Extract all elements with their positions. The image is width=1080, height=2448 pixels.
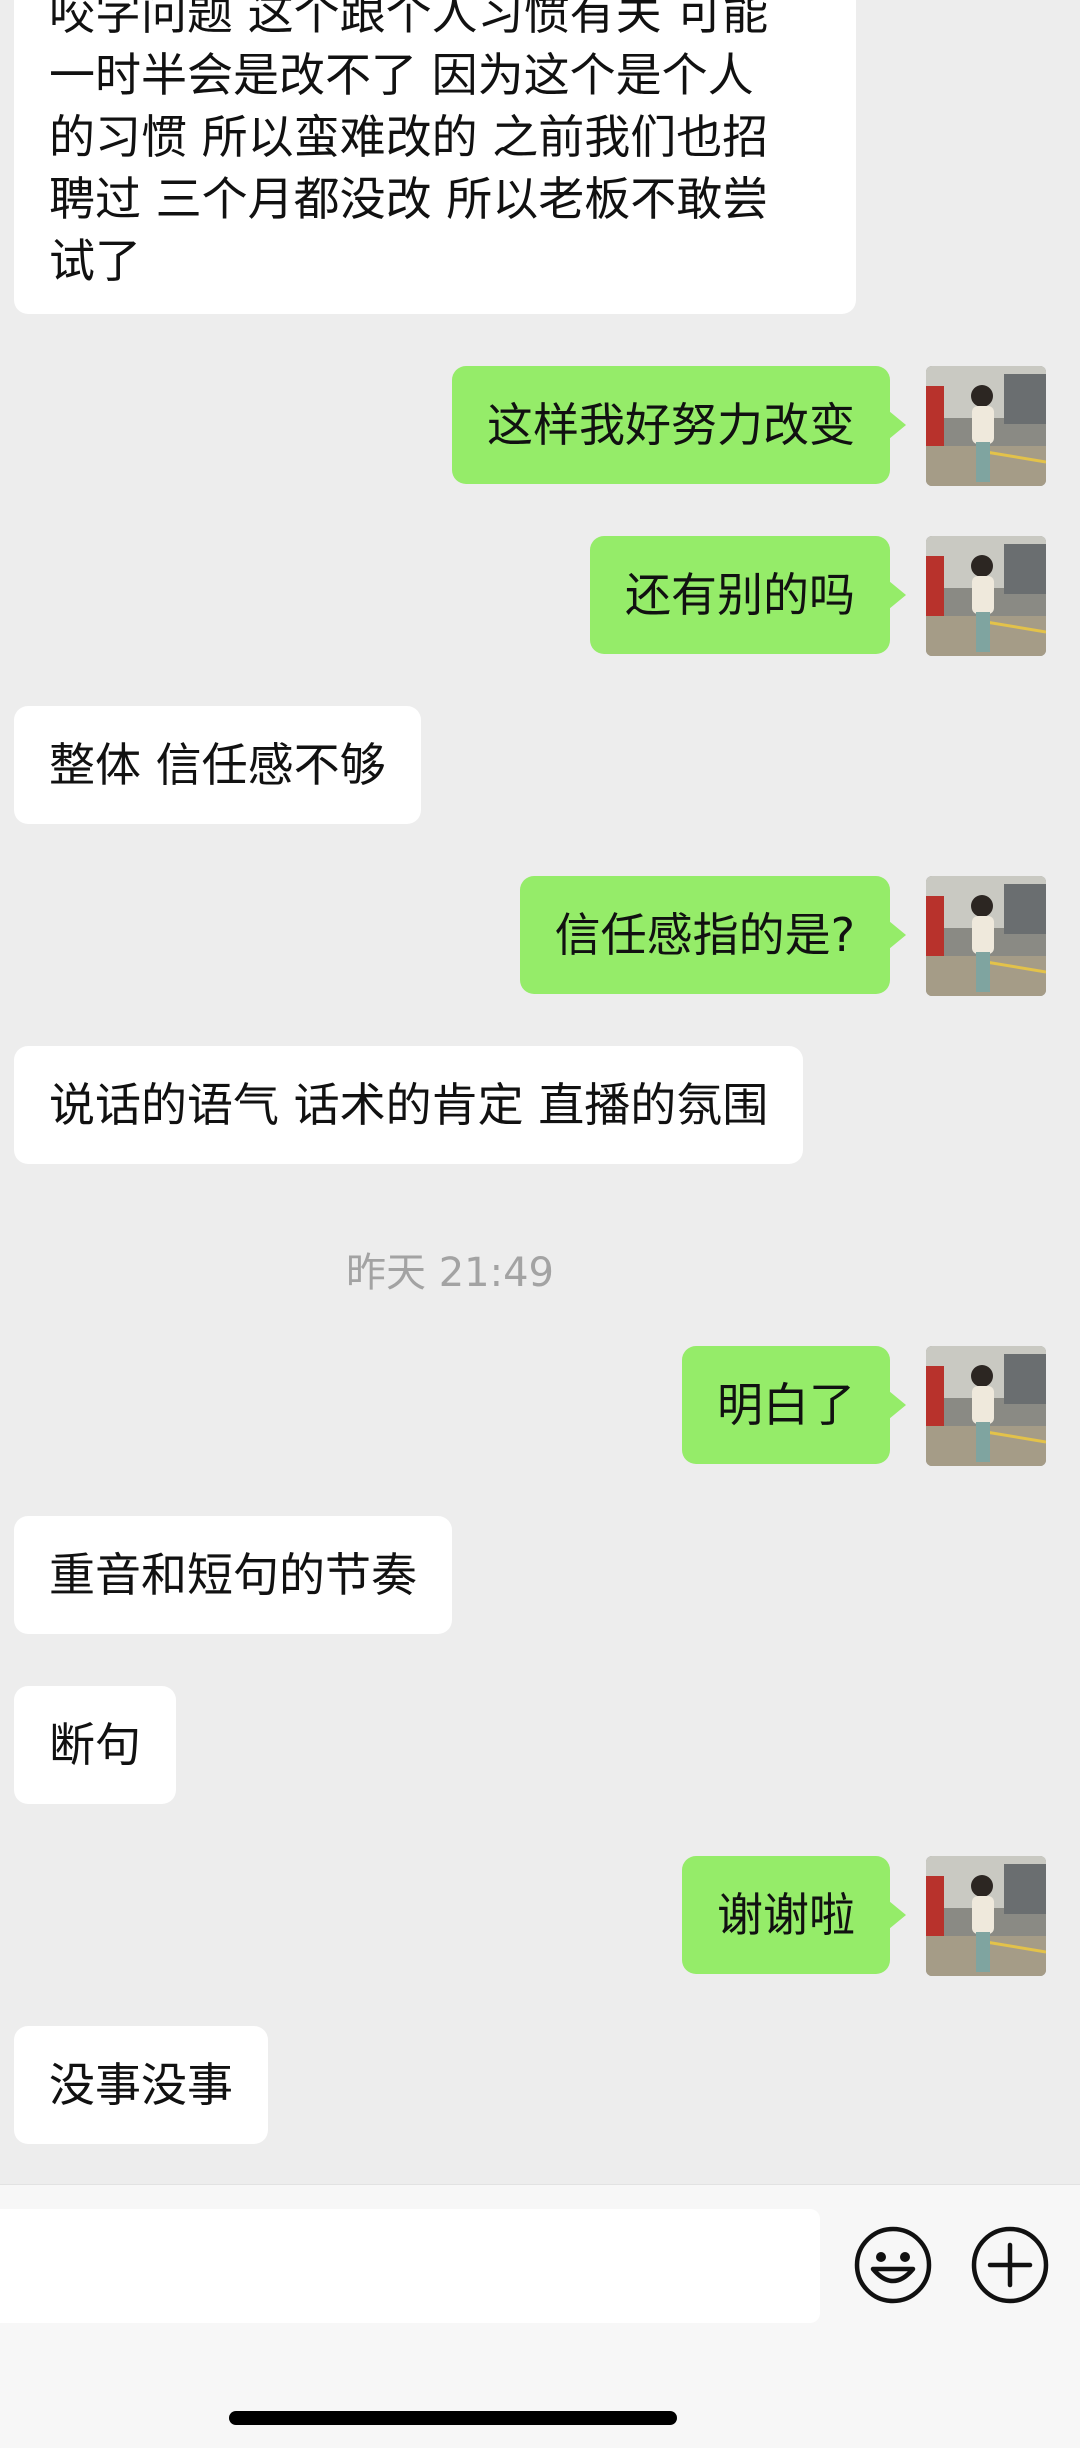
message-line: 试了 <box>49 234 141 288</box>
user-avatar[interactable] <box>926 1856 1046 1976</box>
user-avatar[interactable] <box>926 366 1046 486</box>
avatar-photo <box>926 1346 1046 1466</box>
message-text: 信任感指的是? <box>554 908 855 962</box>
message-line: 聘过 三个月都没改 所以老板不敢尝 <box>49 172 769 226</box>
message-line: 一时半会是改不了 因为这个是个人 <box>49 48 754 102</box>
message-text: 这样我好努力改变 <box>487 398 855 452</box>
message-text: 谢谢啦 <box>717 1888 855 1942</box>
message-input[interactable] <box>0 2209 820 2323</box>
avatar-photo <box>926 536 1046 656</box>
message-bubble-incoming[interactable]: 说话的语气 话术的肯定 直播的氛围 <box>14 1046 804 1164</box>
chat-input-bar <box>0 2184 1080 2448</box>
message-text: 整体 信任感不够 <box>49 738 386 792</box>
message-text: 断句 <box>49 1718 141 1772</box>
avatar-photo <box>926 366 1046 486</box>
user-avatar[interactable] <box>926 536 1046 656</box>
message-bubble-incoming[interactable]: 重音和短句的节奏 <box>14 1516 452 1634</box>
message-text: 明白了 <box>717 1378 855 1432</box>
message-text: 说话的语气 话术的肯定 直播的氛围 <box>49 1078 769 1132</box>
message-bubble-outgoing[interactable]: 信任感指的是? <box>519 876 907 994</box>
message-bubble-outgoing[interactable]: 谢谢啦 <box>682 1856 906 1974</box>
plus-circle-icon[interactable] <box>970 2225 1050 2305</box>
message-bubble-incoming[interactable]: 断句 <box>14 1686 176 1804</box>
avatar-photo <box>926 1856 1046 1976</box>
message-bubble-incoming[interactable]: 咬字问题 这个跟个人习惯有关 可能 一时半会是改不了 因为这个是个人 的习惯 所… <box>14 0 856 314</box>
chat-message-list[interactable]: 咬字问题 这个跟个人习惯有关 可能 一时半会是改不了 因为这个是个人 的习惯 所… <box>0 0 1080 2184</box>
user-avatar[interactable] <box>926 876 1046 996</box>
home-indicator <box>229 2411 677 2425</box>
message-bubble-outgoing[interactable]: 还有别的吗 <box>590 536 906 654</box>
message-text: 还有别的吗 <box>625 568 855 622</box>
smiley-face-icon[interactable] <box>853 2225 933 2305</box>
avatar-photo <box>926 876 1046 996</box>
message-line: 咬字问题 这个跟个人习惯有关 可能 <box>49 0 769 40</box>
message-bubble-incoming[interactable]: 没事没事 <box>14 2026 268 2144</box>
message-line: 的习惯 所以蛮难改的 之前我们也招 <box>49 110 769 164</box>
message-bubble-incoming[interactable]: 整体 信任感不够 <box>14 706 421 824</box>
chat-timestamp: 昨天 21:49 <box>346 1250 554 1296</box>
message-text: 没事没事 <box>49 2058 233 2112</box>
message-text: 重音和短句的节奏 <box>49 1548 417 1602</box>
message-bubble-outgoing[interactable]: 明白了 <box>682 1346 906 1464</box>
user-avatar[interactable] <box>926 1346 1046 1466</box>
message-bubble-outgoing[interactable]: 这样我好努力改变 <box>452 366 906 484</box>
